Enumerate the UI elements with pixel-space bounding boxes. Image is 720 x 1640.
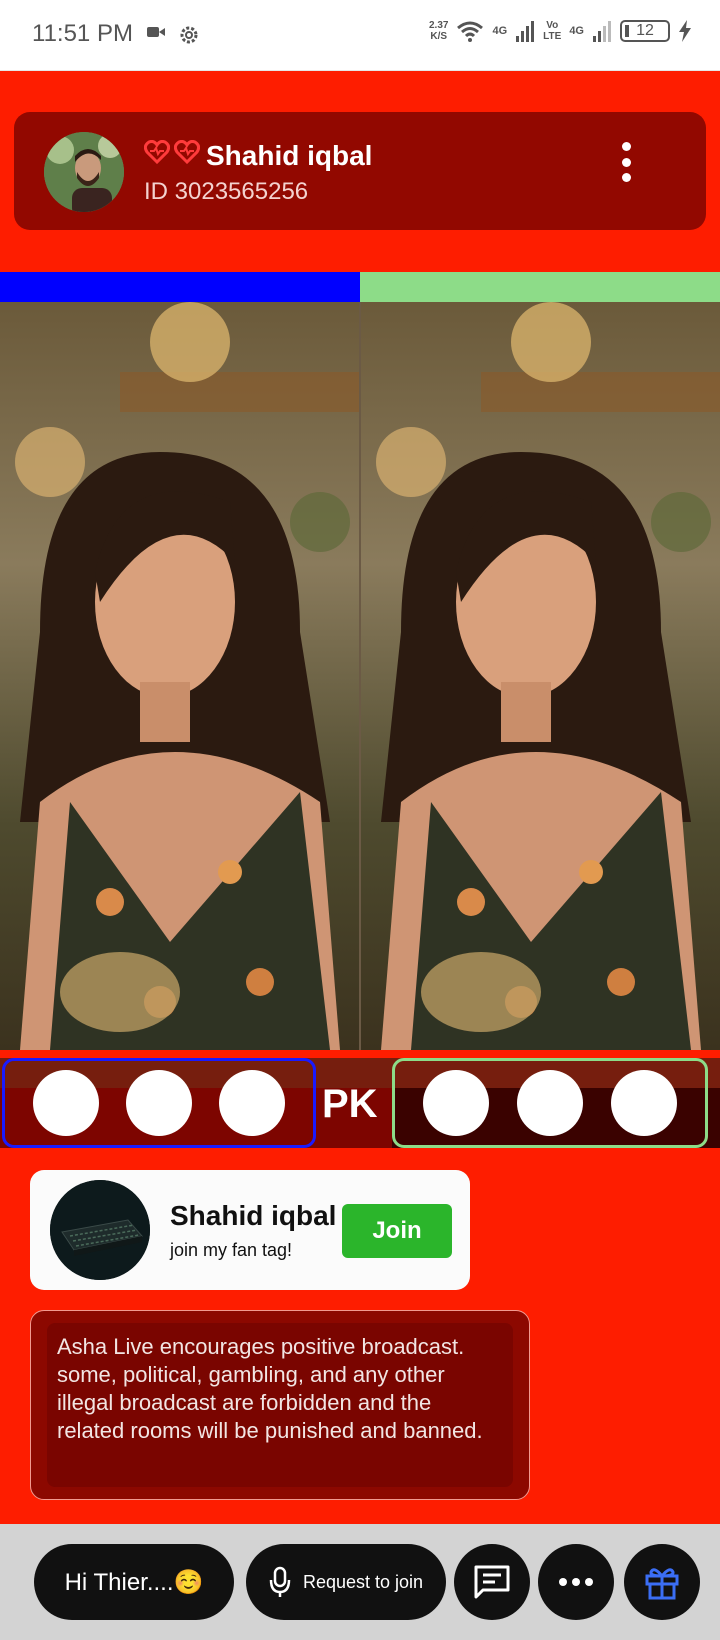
signal-icon: [593, 21, 611, 42]
wifi-icon: [457, 21, 484, 42]
microphone-icon: [269, 1566, 291, 1597]
guest-seat[interactable]: [517, 1070, 583, 1136]
more-icon: [559, 1578, 593, 1586]
volte-indicator: Vo LTE: [543, 20, 561, 42]
request-to-join-label: Request to join: [302, 1571, 424, 1592]
speed-unit: K/S: [430, 31, 448, 42]
guest-seat[interactable]: [611, 1070, 677, 1136]
video-stream-right[interactable]: [361, 302, 720, 1050]
fan-tag-card: Shahid iqbal join my fan tag! Join: [30, 1170, 470, 1290]
pk-label: PK: [322, 1082, 378, 1126]
network-type-2: 4G: [569, 25, 584, 37]
battery-icon: 12: [620, 20, 670, 42]
guest-seat[interactable]: [423, 1070, 489, 1136]
signal-icon: [516, 21, 535, 42]
message-button[interactable]: [454, 1544, 530, 1620]
request-to-join-button[interactable]: Request to join: [246, 1544, 446, 1620]
notice-text: Asha Live encourages positive broadcast.…: [47, 1323, 513, 1487]
gift-icon: [645, 1568, 679, 1600]
team-bar-left: [0, 272, 360, 302]
heart-badge-icon: [144, 140, 170, 164]
host-name: Shahid iqbal: [206, 140, 373, 171]
host-id: ID 3023565256: [144, 178, 309, 205]
volte-bottom: LTE: [543, 31, 562, 42]
more-button[interactable]: [538, 1544, 614, 1620]
host-avatar[interactable]: [44, 132, 124, 212]
bottom-bar: Hi Thier....☺️ Request to join: [0, 1524, 720, 1640]
host-card[interactable]: Shahid iqbal ID 3023565256: [14, 112, 706, 230]
fan-tag-avatar: [50, 1180, 150, 1280]
speed-value: 2.37: [429, 20, 449, 31]
charging-icon: [679, 20, 691, 42]
heart-badge-icon: [174, 140, 200, 164]
battery-level: 12: [636, 22, 654, 39]
fan-tag-name: Shahid iqbal: [170, 1200, 337, 1231]
network-type-1: 4G: [492, 25, 508, 37]
join-button[interactable]: Join: [342, 1204, 452, 1258]
status-bar: 11:51 PM 2.37 K/S 4G Vo LTE 4G 12: [0, 0, 720, 71]
guest-seat[interactable]: [125, 1070, 192, 1136]
gear-icon: [180, 26, 198, 44]
video-camera-icon: [147, 27, 165, 37]
notice-box: Asha Live encourages positive broadcast.…: [30, 1310, 530, 1500]
gift-button[interactable]: [624, 1544, 700, 1620]
pk-seats-left: [2, 1058, 316, 1148]
status-time: 11:51 PM: [32, 20, 133, 47]
fan-tag-subtitle: join my fan tag!: [170, 1240, 293, 1260]
pk-seats-right: [392, 1058, 708, 1148]
team-bar-right: [360, 272, 720, 302]
chat-input-button[interactable]: Hi Thier....☺️: [34, 1544, 234, 1620]
volte-top: Vo: [546, 20, 559, 31]
guest-seat[interactable]: [32, 1070, 99, 1136]
message-icon: [474, 1565, 510, 1599]
more-options-icon[interactable]: [616, 142, 636, 182]
video-stream-left[interactable]: [0, 302, 359, 1050]
network-speed: 2.37 K/S: [429, 20, 448, 42]
guest-seat[interactable]: [219, 1070, 286, 1136]
